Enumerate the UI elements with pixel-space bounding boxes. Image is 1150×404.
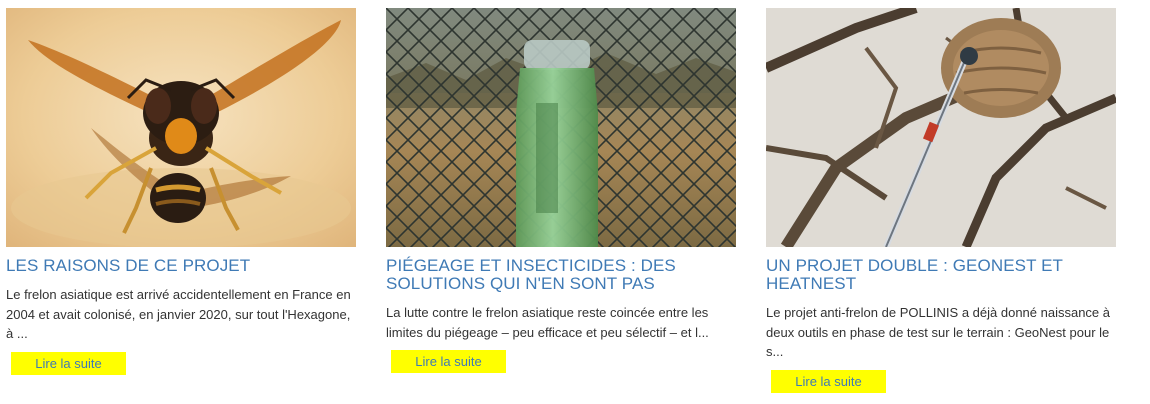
bottle-trap-photo[interactable] [386, 8, 736, 247]
asian-hornet-photo[interactable] [6, 8, 356, 247]
read-more-button[interactable]: Lire la suite [391, 350, 506, 373]
article-title[interactable]: UN PROJET DOUBLE : GEONEST ET HEATNEST [766, 257, 1116, 293]
article-excerpt: La lutte contre le frelon asiatique rest… [386, 305, 709, 340]
article-card-3: UN PROJET DOUBLE : GEONEST ET HEATNEST L… [766, 8, 1116, 393]
article-title[interactable]: PIÉGEAGE ET INSECTICIDES : DES SOLUTIONS… [386, 257, 736, 293]
article-excerpt: Le projet anti-frelon de POLLINIS a déjà… [766, 305, 1111, 359]
article-title[interactable]: LES RAISONS DE CE PROJET [6, 257, 356, 275]
read-more-button[interactable]: Lire la suite [11, 351, 126, 375]
read-more-button[interactable]: Lire la suite [771, 369, 886, 393]
hornet-nest-photo[interactable] [766, 8, 1116, 247]
article-card-2: PIÉGEAGE ET INSECTICIDES : DES SOLUTIONS… [386, 8, 736, 373]
article-excerpt: Le frelon asiatique est arrivé accidente… [6, 287, 351, 341]
article-card-1: LES RAISONS DE CE PROJET Le frelon asiat… [6, 8, 356, 375]
